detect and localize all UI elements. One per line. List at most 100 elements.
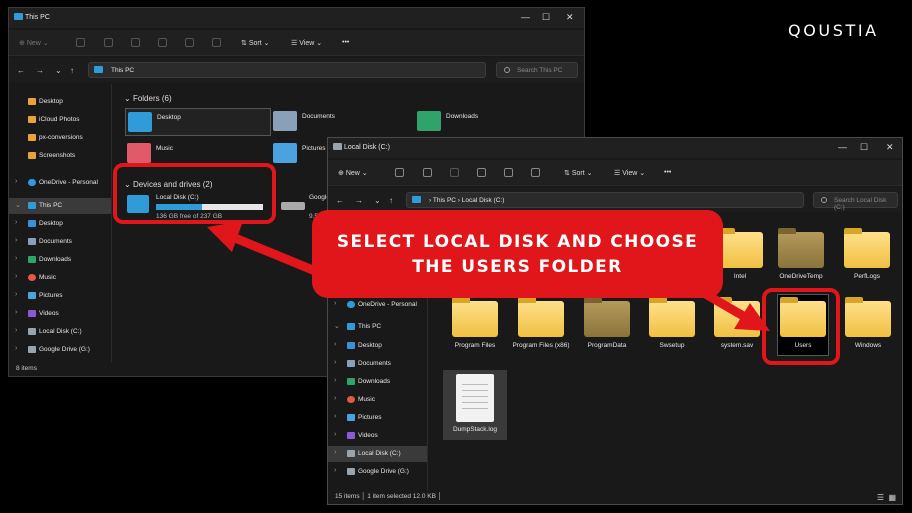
nav-pc-local-disk[interactable]: › Local Disk (C:): [9, 324, 111, 340]
back-icon[interactable]: ←: [336, 196, 344, 205]
nav-onedrive[interactable]: › OneDrive - Personal: [328, 297, 427, 313]
new-button[interactable]: ⊕ New ⌄: [19, 39, 49, 47]
minimize-button[interactable]: —: [521, 12, 530, 22]
rename-icon[interactable]: [158, 38, 167, 47]
chevron-right-icon[interactable]: ›: [334, 359, 336, 366]
folder-program-files[interactable]: Program Files: [450, 297, 500, 355]
chevron-right-icon[interactable]: ›: [15, 219, 17, 226]
nav-pc-desktop[interactable]: › Desktop: [9, 216, 111, 232]
nav-this-pc[interactable]: ⌄ This PC: [9, 198, 111, 214]
folder-card-pictures[interactable]: Pictures: [271, 140, 331, 168]
copy-icon[interactable]: [104, 38, 113, 47]
folder-perflogs[interactable]: PerfLogs: [842, 228, 892, 286]
recent-chevron-icon[interactable]: ⌄: [374, 196, 381, 205]
up-icon[interactable]: ↑: [389, 196, 393, 205]
more-button[interactable]: •••: [664, 169, 671, 176]
nav-pc-google-drive[interactable]: › Google Drive (G:): [9, 342, 111, 358]
close-button[interactable]: ✕: [566, 12, 574, 23]
chevron-right-icon[interactable]: ›: [15, 237, 17, 244]
folder-card-desktop[interactable]: Desktop: [125, 108, 271, 136]
close-button[interactable]: ✕: [886, 142, 894, 153]
forward-icon[interactable]: →: [355, 196, 363, 205]
nav-onedrive[interactable]: › OneDrive - Personal: [9, 175, 111, 191]
more-button[interactable]: •••: [342, 39, 349, 46]
nav-pc-music[interactable]: › Music: [328, 392, 427, 408]
nav-pc-videos[interactable]: › Videos: [9, 306, 111, 322]
folder-card-downloads[interactable]: Downloads: [415, 108, 555, 136]
delete-icon[interactable]: [531, 168, 540, 177]
chevron-right-icon[interactable]: ›: [334, 467, 336, 474]
chevron-right-icon[interactable]: ›: [15, 255, 17, 262]
file-dumpstack-log[interactable]: DumpStack.log: [443, 370, 507, 440]
chevron-right-icon[interactable]: ›: [15, 178, 17, 185]
folder-system-sav[interactable]: system.sav: [712, 297, 762, 355]
chevron-right-icon[interactable]: ›: [15, 291, 17, 298]
cut-icon[interactable]: [76, 38, 85, 47]
nav-pc-documents[interactable]: › Documents: [9, 234, 111, 250]
nav-pc-pictures[interactable]: › Pictures: [328, 410, 427, 426]
chevron-right-icon[interactable]: ›: [334, 377, 336, 384]
nav-pc-desktop[interactable]: › Desktop: [328, 338, 427, 354]
sort-button[interactable]: ⇅ Sort ⌄: [241, 39, 269, 47]
chevron-right-icon[interactable]: ›: [334, 431, 336, 438]
paste-icon[interactable]: [131, 38, 140, 47]
folder-windows[interactable]: Windows: [843, 297, 893, 355]
nav-pc-documents[interactable]: › Documents: [328, 356, 427, 372]
nav-pc-google-drive[interactable]: › Google Drive (G:): [328, 464, 427, 480]
chevron-right-icon[interactable]: ›: [15, 345, 17, 352]
nav-screenshots[interactable]: Screenshots: [9, 148, 111, 164]
share-icon[interactable]: [185, 38, 194, 47]
folder-card-documents[interactable]: Documents: [271, 108, 411, 136]
folder-swsetup[interactable]: Swsetup: [647, 297, 697, 355]
chevron-right-icon[interactable]: ›: [334, 395, 336, 402]
new-button[interactable]: ⊕ New ⌄: [338, 169, 368, 177]
delete-icon[interactable]: [212, 38, 221, 47]
chevron-right-icon[interactable]: ›: [334, 413, 336, 420]
maximize-button[interactable]: ☐: [542, 12, 550, 23]
share-icon[interactable]: [504, 168, 513, 177]
minimize-button[interactable]: —: [838, 142, 847, 152]
sort-button[interactable]: ⇅ Sort ⌄: [564, 169, 592, 177]
search-box[interactable]: Search This PC: [496, 62, 578, 78]
chevron-right-icon[interactable]: ›: [15, 327, 17, 334]
recent-chevron-icon[interactable]: ⌄: [55, 66, 62, 75]
rename-icon[interactable]: [477, 168, 486, 177]
chevron-right-icon[interactable]: ›: [334, 449, 336, 456]
address-bar[interactable]: This PC: [88, 62, 486, 78]
nav-pc-downloads[interactable]: › Downloads: [328, 374, 427, 390]
nav-pc-pictures[interactable]: › Pictures: [9, 288, 111, 304]
nav-pc-music[interactable]: › Music: [9, 270, 111, 286]
folder-onedrivetemp[interactable]: OneDriveTemp: [776, 228, 826, 286]
chevron-right-icon[interactable]: ›: [334, 300, 336, 307]
view-button[interactable]: ☰ View ⌄: [291, 39, 322, 47]
copy-icon[interactable]: [423, 168, 432, 177]
back-icon[interactable]: ←: [17, 66, 25, 75]
up-icon[interactable]: ↑: [70, 66, 74, 75]
chevron-right-icon[interactable]: ›: [334, 341, 336, 348]
chevron-right-icon[interactable]: ›: [15, 273, 17, 280]
details-view-icon[interactable]: ☰: [877, 493, 884, 502]
nav-icloud-photos[interactable]: iCloud Photos: [9, 112, 111, 128]
address-this-pc[interactable]: This PC: [111, 67, 134, 74]
nav-pc-videos[interactable]: › Videos: [328, 428, 427, 444]
address-bar[interactable]: › This PC › Local Disk (C:): [406, 192, 804, 208]
folders-header[interactable]: ⌄ Folders (6): [124, 94, 172, 103]
maximize-button[interactable]: ☐: [860, 142, 868, 153]
nav-this-pc[interactable]: ⌄ This PC: [328, 319, 427, 335]
nav-pc-local-disk[interactable]: › Local Disk (C:): [328, 446, 427, 462]
nav-desktop[interactable]: Desktop: [9, 94, 111, 110]
chevron-down-icon[interactable]: ⌄: [15, 201, 21, 209]
folder-programdata[interactable]: ProgramData: [582, 297, 632, 355]
address-this-pc[interactable]: › This PC › Local Disk (C:): [429, 197, 504, 204]
view-button[interactable]: ☰ View ⌄: [614, 169, 645, 177]
tiles-view-icon[interactable]: ▦: [888, 493, 896, 502]
chevron-down-icon[interactable]: ⌄: [334, 322, 340, 330]
cut-icon[interactable]: [395, 168, 404, 177]
forward-icon[interactable]: →: [36, 66, 44, 75]
folder-program-files-x86[interactable]: Program Files (x86): [512, 297, 570, 355]
paste-icon[interactable]: [450, 168, 459, 177]
nav-pc-downloads[interactable]: › Downloads: [9, 252, 111, 268]
chevron-right-icon[interactable]: ›: [15, 309, 17, 316]
search-box[interactable]: Search Local Disk (C:): [813, 192, 898, 211]
nav-px-conversions[interactable]: px-conversions: [9, 130, 111, 146]
